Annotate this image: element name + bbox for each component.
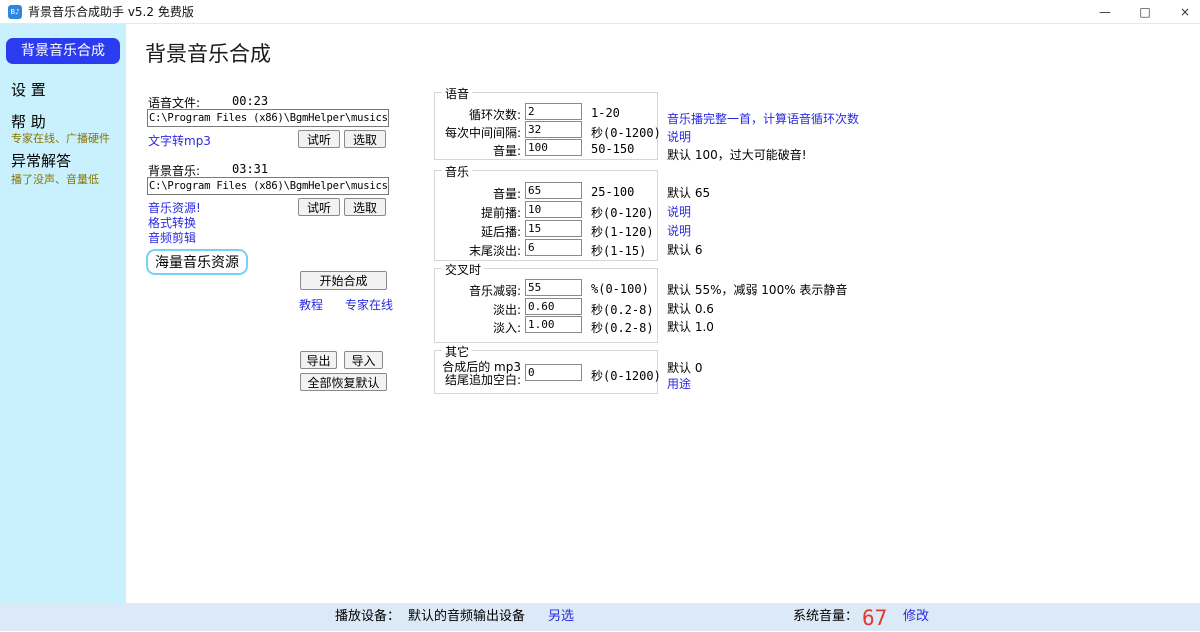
export-button[interactable]: 导出 (300, 351, 337, 369)
loop-count-calc-link[interactable]: 音乐播完整一首，计算语音循环次数 (667, 110, 859, 127)
playback-device-label: 播放设备： (335, 603, 400, 631)
expert-online-link[interactable]: 专家在线 (345, 296, 393, 313)
maximize-button[interactable]: □ (1125, 0, 1165, 24)
bgm-select-button[interactable]: 选取 (344, 198, 386, 216)
modify-volume-link[interactable]: 修改 (903, 603, 929, 631)
trailing-silence-hint: 默认 0 (667, 359, 702, 376)
fade-in-label: 淡入: (435, 319, 521, 336)
sidebar-help-subtitle: 专家在线、广播硬件 (11, 130, 110, 146)
end-fade-hint: 默认 6 (667, 241, 702, 258)
music-volume-hint: 默认 65 (667, 184, 710, 201)
fade-out-hint: 默认 0.6 (667, 300, 714, 317)
change-device-link[interactable]: 另选 (548, 603, 574, 631)
group-crossfade-legend: 交叉时 (442, 261, 484, 278)
sidebar-item-settings[interactable]: 设 置 (11, 79, 46, 100)
post-play-help-link[interactable]: 说明 (667, 222, 691, 239)
pre-play-input[interactable] (525, 201, 582, 218)
loop-count-label: 循环次数: (435, 106, 521, 123)
bgm-duration: 03:31 (232, 162, 268, 176)
fade-in-range: 秒(0.2-8) (591, 319, 654, 336)
trailing-silence-label-line2: 结尾追加空白: (435, 371, 521, 388)
app-icon: B♪ (8, 5, 22, 19)
fade-out-input[interactable] (525, 298, 582, 315)
trailing-silence-input[interactable] (525, 364, 582, 381)
sidebar-item-bgm-synthesis[interactable]: 背景音乐合成 (6, 38, 120, 64)
group-music: 音乐 音量: 25-100 提前播: 秒(0-120) 延后播: 秒(1-120… (434, 170, 658, 261)
end-fade-input[interactable] (525, 239, 582, 256)
group-other: 其它 合成后的 mp3 结尾追加空白: 秒(0-1200) (434, 350, 658, 394)
interval-help-link[interactable]: 说明 (667, 128, 691, 145)
tutorial-link[interactable]: 教程 (299, 296, 323, 313)
loop-count-range: 1-20 (591, 106, 620, 120)
fade-out-range: 秒(0.2-8) (591, 301, 654, 318)
fade-in-input[interactable] (525, 316, 582, 333)
music-duck-label: 音乐减弱: (435, 282, 521, 299)
sidebar-item-help[interactable]: 帮 助 (11, 111, 46, 132)
voice-select-button[interactable]: 选取 (344, 130, 386, 148)
playback-device-value: 默认的音频输出设备 (408, 603, 525, 631)
interval-range: 秒(0-1200) (591, 124, 661, 141)
usage-link[interactable]: 用途 (667, 375, 691, 392)
reset-defaults-button[interactable]: 全部恢复默认 (300, 373, 387, 391)
audio-edit-link[interactable]: 音频剪辑 (148, 229, 196, 246)
post-play-label: 延后播: (435, 223, 521, 240)
minimize-button[interactable]: — (1085, 0, 1125, 24)
interval-label: 每次中间间隔: (435, 124, 521, 141)
pre-play-label: 提前播: (435, 204, 521, 221)
post-play-range: 秒(1-120) (591, 223, 654, 240)
voice-path-input[interactable] (147, 109, 389, 127)
bgm-preview-button[interactable]: 试听 (298, 198, 340, 216)
music-duck-input[interactable] (525, 279, 582, 296)
music-duck-hint: 默认 55%，减弱 100% 表示静音 (667, 281, 847, 298)
end-fade-range: 秒(1-15) (591, 242, 646, 259)
title-bar: B♪ 背景音乐合成助手 v5.2 免费版 — □ × (0, 0, 1200, 24)
system-volume-value: 67 (862, 604, 887, 632)
text-to-mp3-link[interactable]: 文字转mp3 (148, 132, 211, 149)
trailing-silence-range: 秒(0-1200) (591, 367, 661, 384)
music-volume-range: 25-100 (591, 185, 634, 199)
pre-play-range: 秒(0-120) (591, 204, 654, 221)
group-voice-legend: 语音 (442, 85, 472, 102)
group-voice: 语音 循环次数: 1-20 每次中间间隔: 秒(0-1200) 音量: 50-1… (434, 92, 658, 160)
status-bar: 播放设备： 默认的音频输出设备 另选 系统音量： 67 修改 (0, 603, 1200, 631)
group-music-legend: 音乐 (442, 163, 472, 180)
end-fade-label: 末尾淡出: (435, 242, 521, 259)
music-duck-range: %(0-100) (591, 282, 649, 296)
system-volume-label: 系统音量： (793, 603, 858, 631)
start-synthesis-button[interactable]: 开始合成 (300, 271, 387, 290)
close-button[interactable]: × (1165, 0, 1200, 24)
sidebar: 背景音乐合成 设 置 帮 助 专家在线、广播硬件 异常解答 播了没声、音量低 (0, 24, 126, 603)
post-play-input[interactable] (525, 220, 582, 237)
fade-in-hint: 默认 1.0 (667, 318, 714, 335)
page-title: 背景音乐合成 (145, 38, 271, 68)
group-crossfade: 交叉时 音乐减弱: %(0-100) 淡出: 秒(0.2-8) 淡入: 秒(0.… (434, 268, 658, 343)
voice-volume-label: 音量: (435, 142, 521, 159)
loop-count-input[interactable] (525, 103, 582, 120)
import-button[interactable]: 导入 (344, 351, 383, 369)
music-volume-label: 音量: (435, 185, 521, 202)
voice-preview-button[interactable]: 试听 (298, 130, 340, 148)
voice-volume-hint: 默认 100，过大可能破音! (667, 146, 807, 163)
voice-file-duration: 00:23 (232, 94, 268, 108)
interval-input[interactable] (525, 121, 582, 138)
pre-play-help-link[interactable]: 说明 (667, 203, 691, 220)
music-volume-input[interactable] (525, 182, 582, 199)
sidebar-faq-subtitle: 播了没声、音量低 (11, 171, 99, 187)
sidebar-item-faq[interactable]: 异常解答 (11, 150, 71, 171)
window-title: 背景音乐合成助手 v5.2 免费版 (28, 0, 194, 24)
voice-volume-range: 50-150 (591, 142, 634, 156)
voice-volume-input[interactable] (525, 139, 582, 156)
mass-music-resource-button[interactable]: 海量音乐资源 (146, 249, 248, 275)
bgm-path-input[interactable] (147, 177, 389, 195)
fade-out-label: 淡出: (435, 301, 521, 318)
